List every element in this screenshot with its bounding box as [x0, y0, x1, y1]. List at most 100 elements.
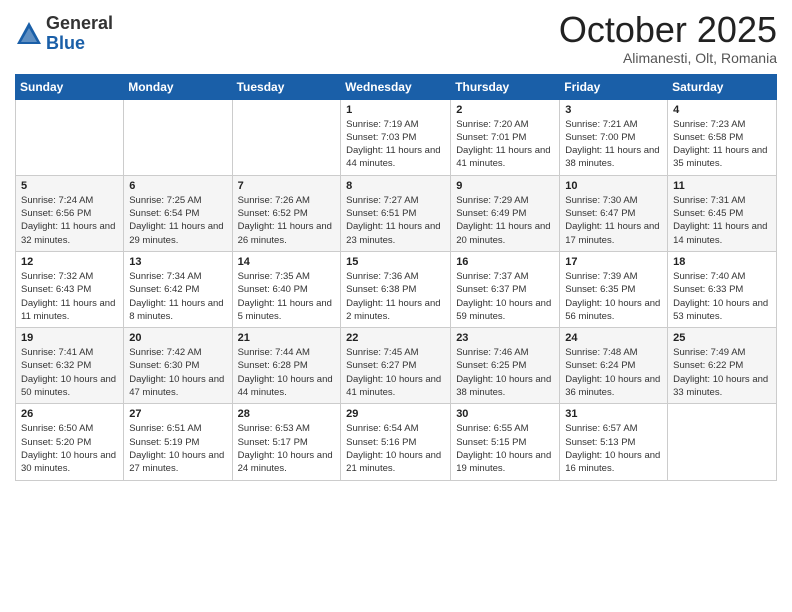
day-info: Sunrise: 7:25 AMSunset: 6:54 PMDaylight:…	[129, 194, 226, 247]
day-info: Sunrise: 7:24 AMSunset: 6:56 PMDaylight:…	[21, 194, 118, 247]
day-cell: 17 Sunrise: 7:39 AMSunset: 6:35 PMDayligh…	[560, 251, 668, 327]
day-number: 23	[456, 332, 554, 344]
day-number: 31	[565, 408, 662, 420]
day-number: 5	[21, 180, 118, 192]
day-cell: 29 Sunrise: 6:54 AMSunset: 5:16 PMDayligh…	[341, 404, 451, 480]
column-header-saturday: Saturday	[668, 74, 777, 99]
day-cell	[124, 99, 232, 175]
day-number: 8	[346, 180, 445, 192]
day-info: Sunrise: 7:26 AMSunset: 6:52 PMDaylight:…	[238, 194, 336, 247]
logo-icon	[15, 20, 43, 48]
day-info: Sunrise: 7:45 AMSunset: 6:27 PMDaylight:…	[346, 346, 445, 399]
day-info: Sunrise: 7:23 AMSunset: 6:58 PMDaylight:…	[673, 118, 771, 171]
day-number: 20	[129, 332, 226, 344]
day-info: Sunrise: 7:44 AMSunset: 6:28 PMDaylight:…	[238, 346, 336, 399]
day-cell: 23 Sunrise: 7:46 AMSunset: 6:25 PMDayligh…	[451, 328, 560, 404]
calendar-table: SundayMondayTuesdayWednesdayThursdayFrid…	[15, 74, 777, 481]
column-header-wednesday: Wednesday	[341, 74, 451, 99]
day-info: Sunrise: 7:41 AMSunset: 6:32 PMDaylight:…	[21, 346, 118, 399]
day-number: 11	[673, 180, 771, 192]
column-header-friday: Friday	[560, 74, 668, 99]
day-cell: 24 Sunrise: 7:48 AMSunset: 6:24 PMDayligh…	[560, 328, 668, 404]
day-cell: 19 Sunrise: 7:41 AMSunset: 6:32 PMDayligh…	[16, 328, 124, 404]
day-cell: 21 Sunrise: 7:44 AMSunset: 6:28 PMDayligh…	[232, 328, 341, 404]
day-cell: 26Sunrise: 6:50 AMSunset: 5:20 PMDayligh…	[16, 404, 124, 480]
day-info: Sunrise: 7:31 AMSunset: 6:45 PMDaylight:…	[673, 194, 771, 247]
day-info: Sunrise: 7:34 AMSunset: 6:42 PMDaylight:…	[129, 270, 226, 323]
day-cell: 12Sunrise: 7:32 AMSunset: 6:43 PMDayligh…	[16, 251, 124, 327]
day-cell: 27Sunrise: 6:51 AMSunset: 5:19 PMDayligh…	[124, 404, 232, 480]
day-number: 7	[238, 180, 336, 192]
day-info: Sunrise: 7:37 AMSunset: 6:37 PMDaylight:…	[456, 270, 554, 323]
day-info: Sunrise: 6:54 AMSunset: 5:16 PMDaylight:…	[346, 422, 445, 475]
title-block: October 2025 Alimanesti, Olt, Romania	[559, 10, 777, 66]
month-title: October 2025	[559, 10, 777, 50]
day-info: Sunrise: 7:27 AMSunset: 6:51 PMDaylight:…	[346, 194, 445, 247]
day-number: 21	[238, 332, 336, 344]
column-header-tuesday: Tuesday	[232, 74, 341, 99]
day-number: 9	[456, 180, 554, 192]
day-cell: 15 Sunrise: 7:36 AMSunset: 6:38 PMDayligh…	[341, 251, 451, 327]
day-cell	[232, 99, 341, 175]
day-cell: 11 Sunrise: 7:31 AMSunset: 6:45 PMDayligh…	[668, 175, 777, 251]
day-cell: 18 Sunrise: 7:40 AMSunset: 6:33 PMDayligh…	[668, 251, 777, 327]
day-number: 28	[238, 408, 336, 420]
day-number: 3	[565, 104, 662, 116]
day-number: 19	[21, 332, 118, 344]
day-info: Sunrise: 6:57 AMSunset: 5:13 PMDaylight:…	[565, 422, 662, 475]
day-cell: 5 Sunrise: 7:24 AMSunset: 6:56 PMDaylight…	[16, 175, 124, 251]
day-info: Sunrise: 7:21 AMSunset: 7:00 PMDaylight:…	[565, 118, 662, 171]
subtitle: Alimanesti, Olt, Romania	[559, 50, 777, 66]
day-cell: 22 Sunrise: 7:45 AMSunset: 6:27 PMDayligh…	[341, 328, 451, 404]
day-cell: 2 Sunrise: 7:20 AMSunset: 7:01 PMDaylight…	[451, 99, 560, 175]
day-number: 15	[346, 256, 445, 268]
day-cell: 6 Sunrise: 7:25 AMSunset: 6:54 PMDaylight…	[124, 175, 232, 251]
calendar-header: SundayMondayTuesdayWednesdayThursdayFrid…	[16, 74, 777, 99]
day-cell: 9Sunrise: 7:29 AMSunset: 6:49 PMDaylight…	[451, 175, 560, 251]
day-info: Sunrise: 7:49 AMSunset: 6:22 PMDaylight:…	[673, 346, 771, 399]
column-header-sunday: Sunday	[16, 74, 124, 99]
day-info: Sunrise: 7:40 AMSunset: 6:33 PMDaylight:…	[673, 270, 771, 323]
day-info: Sunrise: 7:20 AMSunset: 7:01 PMDaylight:…	[456, 118, 554, 171]
day-number: 30	[456, 408, 554, 420]
day-number: 27	[129, 408, 226, 420]
logo: General Blue	[15, 14, 113, 54]
day-number: 16	[456, 256, 554, 268]
day-cell: 14 Sunrise: 7:35 AMSunset: 6:40 PMDayligh…	[232, 251, 341, 327]
day-number: 22	[346, 332, 445, 344]
day-info: Sunrise: 7:46 AMSunset: 6:25 PMDaylight:…	[456, 346, 554, 399]
day-cell: 8 Sunrise: 7:27 AMSunset: 6:51 PMDaylight…	[341, 175, 451, 251]
day-number: 24	[565, 332, 662, 344]
header: General Blue October 2025 Alimanesti, Ol…	[15, 10, 777, 66]
logo-blue: Blue	[46, 34, 113, 54]
day-cell	[668, 404, 777, 480]
header-row: SundayMondayTuesdayWednesdayThursdayFrid…	[16, 74, 777, 99]
day-cell: 25Sunrise: 7:49 AMSunset: 6:22 PMDayligh…	[668, 328, 777, 404]
day-info: Sunrise: 6:50 AMSunset: 5:20 PMDaylight:…	[21, 422, 118, 475]
day-cell: 4Sunrise: 7:23 AMSunset: 6:58 PMDaylight…	[668, 99, 777, 175]
week-row-2: 5 Sunrise: 7:24 AMSunset: 6:56 PMDaylight…	[16, 175, 777, 251]
day-info: Sunrise: 7:48 AMSunset: 6:24 PMDaylight:…	[565, 346, 662, 399]
day-cell: 13 Sunrise: 7:34 AMSunset: 6:42 PMDayligh…	[124, 251, 232, 327]
day-number: 17	[565, 256, 662, 268]
day-number: 13	[129, 256, 226, 268]
day-number: 14	[238, 256, 336, 268]
day-info: Sunrise: 7:32 AMSunset: 6:43 PMDaylight:…	[21, 270, 118, 323]
day-cell	[16, 99, 124, 175]
week-row-3: 12Sunrise: 7:32 AMSunset: 6:43 PMDayligh…	[16, 251, 777, 327]
day-cell: 28Sunrise: 6:53 AMSunset: 5:17 PMDayligh…	[232, 404, 341, 480]
week-row-1: 1Sunrise: 7:19 AMSunset: 7:03 PMDaylight…	[16, 99, 777, 175]
day-number: 2	[456, 104, 554, 116]
day-cell: 3 Sunrise: 7:21 AMSunset: 7:00 PMDaylight…	[560, 99, 668, 175]
day-cell: 31 Sunrise: 6:57 AMSunset: 5:13 PMDayligh…	[560, 404, 668, 480]
day-info: Sunrise: 7:35 AMSunset: 6:40 PMDaylight:…	[238, 270, 336, 323]
day-cell: 16 Sunrise: 7:37 AMSunset: 6:37 PMDayligh…	[451, 251, 560, 327]
day-number: 6	[129, 180, 226, 192]
day-number: 18	[673, 256, 771, 268]
day-info: Sunrise: 7:36 AMSunset: 6:38 PMDaylight:…	[346, 270, 445, 323]
day-info: Sunrise: 7:39 AMSunset: 6:35 PMDaylight:…	[565, 270, 662, 323]
day-cell: 1Sunrise: 7:19 AMSunset: 7:03 PMDaylight…	[341, 99, 451, 175]
page: General Blue October 2025 Alimanesti, Ol…	[0, 0, 792, 612]
day-number: 29	[346, 408, 445, 420]
day-cell: 30Sunrise: 6:55 AMSunset: 5:15 PMDayligh…	[451, 404, 560, 480]
